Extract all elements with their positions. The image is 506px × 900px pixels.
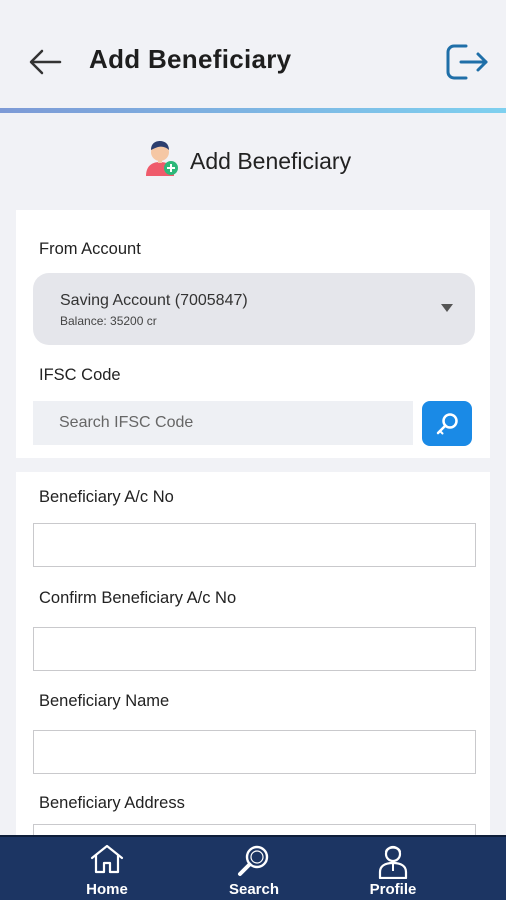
from-account-label: From Account — [39, 240, 141, 258]
ifsc-label: IFSC Code — [39, 366, 121, 384]
from-account-dropdown[interactable]: Saving Account (7005847) Balance: 35200 … — [33, 273, 475, 345]
user-add-icon — [146, 141, 178, 176]
logout-icon — [446, 44, 488, 80]
beneficiary-address-label: Beneficiary Address — [39, 794, 185, 812]
nav-home-label: Home — [86, 881, 128, 898]
bottom-nav: Home Search Profile — [0, 835, 506, 900]
nav-search-label: Search — [228, 881, 280, 898]
nav-search[interactable]: Search — [209, 837, 299, 900]
acc-no-label: Beneficiary A/c No — [39, 488, 174, 506]
beneficiary-name-input[interactable] — [33, 730, 476, 774]
confirm-acc-no-input[interactable] — [33, 627, 476, 671]
ifsc-search-input[interactable] — [33, 401, 413, 445]
logout-button[interactable] — [444, 40, 490, 84]
dropdown-caret-icon — [441, 304, 453, 312]
account-card: From Account Saving Account (7005847) Ba… — [16, 210, 490, 458]
profile-icon — [378, 845, 408, 879]
home-icon — [90, 844, 124, 874]
section-title: Add Beneficiary — [190, 148, 352, 174]
acc-no-input[interactable] — [33, 523, 476, 567]
search-key-icon — [436, 413, 458, 435]
section-heading: Add Beneficiary — [0, 138, 506, 188]
nav-profile-label: Profile — [369, 881, 417, 898]
beneficiary-name-label: Beneficiary Name — [39, 692, 170, 710]
selected-account-balance: Balance: 35200 cr — [60, 314, 157, 328]
selected-account-name: Saving Account (7005847) — [60, 292, 248, 309]
ifsc-search-button[interactable] — [422, 401, 472, 446]
nav-home[interactable]: Home — [62, 837, 152, 900]
nav-profile[interactable]: Profile — [348, 837, 438, 900]
arrow-left-icon — [29, 49, 62, 75]
search-icon — [238, 845, 269, 876]
confirm-acc-no-label: Confirm Beneficiary A/c No — [39, 589, 237, 607]
app-bar: Add Beneficiary — [0, 0, 506, 110]
back-button[interactable] — [26, 44, 66, 80]
beneficiary-card: Beneficiary A/c No Confirm Beneficiary A… — [16, 472, 490, 868]
page-title: Add Beneficiary — [89, 44, 292, 74]
header-accent-bar — [0, 108, 506, 113]
